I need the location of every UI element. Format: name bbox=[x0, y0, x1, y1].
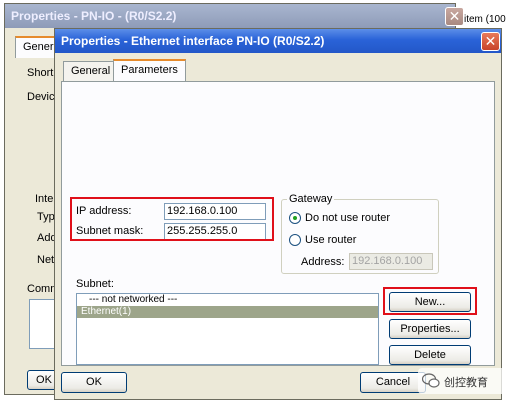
gateway-title: Gateway bbox=[287, 193, 335, 205]
subnet-list[interactable]: --- not networked --- Ethernet(1) bbox=[76, 293, 379, 365]
dialog-title: Properties - Ethernet interface PN-IO (R… bbox=[55, 29, 501, 53]
subnet-item-ethernet[interactable]: Ethernet(1) bbox=[77, 306, 378, 318]
parameters-panel: IP address: 192.168.0.100 Subnet mask: 2… bbox=[61, 81, 495, 366]
use-router-label[interactable]: Use router bbox=[305, 234, 356, 246]
delete-subnet-button[interactable]: Delete bbox=[389, 345, 471, 365]
radio-no-router[interactable] bbox=[289, 212, 301, 224]
background-label-type: Typ bbox=[37, 211, 55, 223]
background-label-networked: Net bbox=[37, 254, 55, 266]
background-close-icon[interactable]: ✕ bbox=[445, 7, 464, 26]
router-address-field[interactable]: 192.168.0.100 bbox=[349, 253, 433, 270]
subnet-label: Subnet: bbox=[76, 278, 114, 290]
ip-highlight-box bbox=[70, 197, 274, 241]
wechat-icon bbox=[422, 373, 440, 388]
no-router-label[interactable]: Do not use router bbox=[305, 212, 390, 224]
router-address-label: Address: bbox=[301, 256, 345, 268]
watermark: 创控教育 bbox=[418, 368, 506, 394]
radio-use-router[interactable] bbox=[289, 234, 301, 246]
dialog-close-icon[interactable]: ✕ bbox=[481, 32, 500, 51]
ok-button[interactable]: OK bbox=[61, 372, 127, 393]
tab-general[interactable]: General bbox=[63, 61, 119, 81]
new-button-highlight-box bbox=[383, 287, 477, 315]
tab-parameters[interactable]: Parameters bbox=[113, 59, 186, 81]
cancel-button[interactable]: Cancel bbox=[360, 372, 426, 393]
background-partial-text: item (100 bbox=[464, 14, 506, 25]
ethernet-properties-dialog: Properties - Ethernet interface PN-IO (R… bbox=[54, 28, 502, 400]
subnet-item-not-networked[interactable]: --- not networked --- bbox=[77, 294, 378, 306]
background-window-title: Properties - PN-IO - (R0/S2.2) bbox=[5, 4, 455, 28]
subnet-properties-button[interactable]: Properties... bbox=[389, 319, 471, 339]
watermark-text: 创控教育 bbox=[444, 376, 488, 389]
